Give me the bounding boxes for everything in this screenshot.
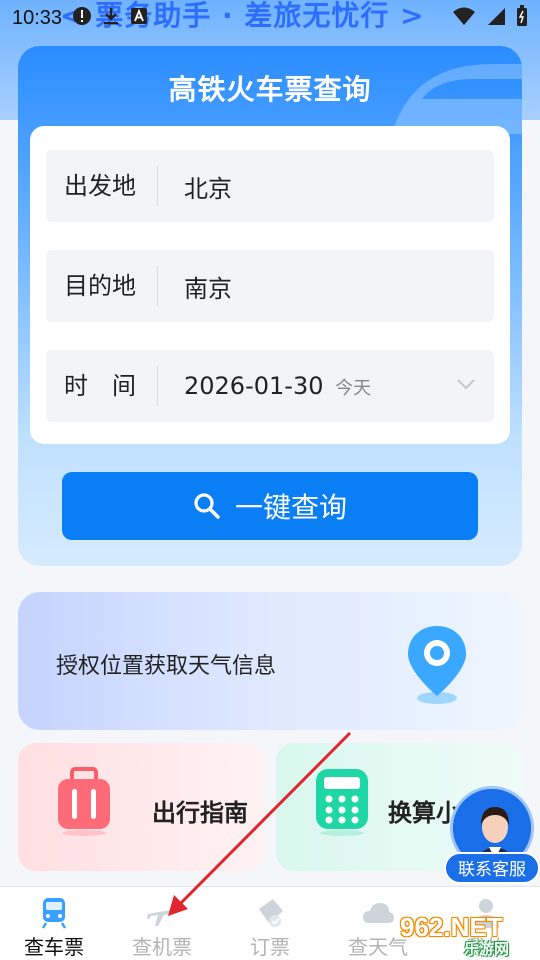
date-field[interactable]: 时 间 2026-01-30 今天 <box>46 350 494 422</box>
chevron-down-icon[interactable] <box>456 374 476 394</box>
date-value[interactable]: 2026-01-30 今天 <box>158 372 371 400</box>
watermark-subtitle: 乐游网 <box>464 940 510 958</box>
card-title: 高铁火车票查询 <box>168 73 372 106</box>
search-icon <box>194 493 220 519</box>
site-watermark: 962.NET 乐游网 <box>398 910 538 958</box>
weather-text: 授权位置获取天气信息 <box>56 654 277 679</box>
date-text: 2026-01-30 <box>184 372 324 400</box>
search-button-label: 一键查询 <box>234 491 347 524</box>
search-button[interactable]: 一键查询 <box>62 472 478 540</box>
alert-icon <box>72 6 92 30</box>
nav-label-flight: 查机票 <box>132 935 192 959</box>
destination-label: 目的地 <box>46 266 158 306</box>
contact-service-button[interactable]: 联系客服 <box>444 786 540 886</box>
departure-value[interactable]: 北京 <box>158 169 232 204</box>
font-a-icon <box>130 7 148 29</box>
calculator-icon <box>316 769 368 836</box>
search-form: 出发地 北京 目的地 南京 时 间 2026-01-30 今天 <box>30 126 510 444</box>
nav-label-train: 查车票 <box>24 935 84 959</box>
weather-card[interactable]: 授权位置获取天气信息 <box>18 592 522 730</box>
wifi-icon <box>452 6 476 31</box>
date-hint: 今天 <box>335 378 372 399</box>
train-icon <box>41 898 67 929</box>
luggage-icon <box>58 767 110 836</box>
plane-icon <box>147 909 176 926</box>
departure-field[interactable]: 出发地 北京 <box>46 150 494 222</box>
contact-service-label: 联系客服 <box>444 852 540 884</box>
download-icon <box>102 6 120 30</box>
status-time: 10:33 <box>12 6 63 29</box>
travel-guide-tile[interactable]: 出行指南 <box>18 743 264 871</box>
cloud-icon <box>363 903 394 923</box>
status-bar: 10:33 <box>0 0 540 36</box>
status-right <box>452 4 528 32</box>
date-label: 时 间 <box>46 366 158 406</box>
nav-label-booking: 订票 <box>250 935 290 959</box>
nav-flight-tickets[interactable]: 查机票 <box>108 887 216 960</box>
location-pin-icon <box>408 626 466 704</box>
travel-guide-label: 出行指南 <box>152 799 248 827</box>
ticket-icon <box>259 899 283 927</box>
destination-field[interactable]: 目的地 南京 <box>46 250 494 322</box>
departure-label: 出发地 <box>46 166 158 206</box>
nav-booking[interactable]: 订票 <box>216 887 324 960</box>
train-search-card: 高铁火车票查询 出发地 北京 目的地 南京 时 间 2026-01-30 今天 … <box>18 46 522 566</box>
nav-train-tickets[interactable]: 查车票 <box>0 887 108 960</box>
destination-value[interactable]: 南京 <box>158 269 232 304</box>
signal-icon <box>486 6 506 31</box>
battery-icon <box>516 4 528 32</box>
